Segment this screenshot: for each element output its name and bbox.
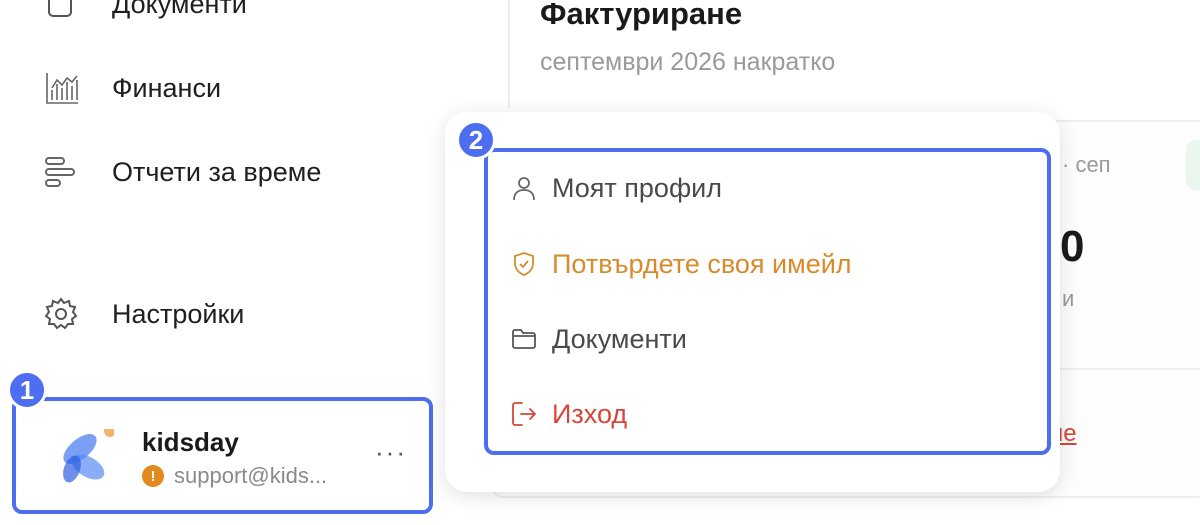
- summary-caption: и: [1062, 286, 1075, 311]
- page-subtitle: септември 2026 накратко: [540, 48, 836, 76]
- menu-item-label: Потвърдете своя имейл: [552, 248, 852, 279]
- sidebar-item-documents[interactable]: Документи: [44, 0, 247, 24]
- page-title: Фактуриране: [540, 0, 743, 31]
- summary-amount: 0: [1060, 222, 1085, 271]
- user-icon: [510, 174, 538, 202]
- user-email: support@kids...: [174, 463, 328, 488]
- menu-item-logout[interactable]: Изход: [510, 394, 627, 434]
- menu-item-documents[interactable]: Документи: [510, 319, 687, 359]
- more-options-button[interactable]: ···: [375, 437, 407, 468]
- sidebar-item-label: Отчети за време: [112, 156, 322, 187]
- menu-item-profile[interactable]: Моят профил: [510, 168, 722, 208]
- timeline-icon: [44, 152, 84, 192]
- sidebar-item-finance[interactable]: Финанси: [44, 68, 221, 108]
- warning-icon: !: [142, 465, 164, 487]
- summary-period-label: · сеп: [1062, 152, 1111, 177]
- menu-item-label: Изход: [552, 398, 628, 429]
- avatar: [54, 425, 116, 489]
- sidebar-item-label: Настройки: [112, 298, 245, 329]
- sidebar-item-settings[interactable]: Настройки: [44, 294, 244, 334]
- document-icon: [44, 0, 84, 24]
- shield-check-icon: [510, 250, 538, 278]
- gear-icon: [44, 294, 84, 334]
- user-name: kidsday: [142, 427, 239, 457]
- sidebar: Документи Финанси Отчети за време Настро…: [0, 0, 460, 525]
- menu-item-label: Моят профил: [552, 172, 723, 203]
- logout-icon: [510, 400, 538, 428]
- sidebar-item-label: Документи: [112, 0, 247, 19]
- chart-icon: [44, 68, 84, 108]
- menu-item-verify-email[interactable]: Потвърдете своя имейл: [510, 244, 852, 284]
- account-menu: Моят профил Потвърдете своя имейл Докуме…: [484, 148, 1051, 455]
- step-badge-1: 1: [7, 370, 47, 410]
- account-switcher[interactable]: kidsday ! support@kids... ···: [12, 397, 433, 514]
- sidebar-item-time-reports[interactable]: Отчети за време: [44, 152, 321, 192]
- status-chip: [1186, 140, 1200, 190]
- menu-item-label: Документи: [552, 323, 687, 354]
- step-badge-2: 2: [456, 120, 496, 160]
- folder-icon: [510, 325, 538, 353]
- user-email-row: ! support@kids...: [142, 463, 327, 489]
- sidebar-item-label: Финанси: [112, 72, 222, 103]
